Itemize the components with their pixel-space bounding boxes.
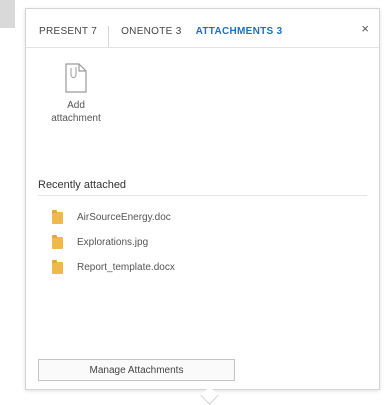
folder-icon	[52, 209, 63, 224]
tab-divider	[26, 47, 379, 48]
list-item[interactable]: AirSourceEnergy.doc	[52, 205, 175, 230]
recent-file-list: AirSourceEnergy.doc Explorations.jpg Rep…	[52, 205, 175, 280]
close-icon[interactable]: ×	[361, 21, 369, 36]
list-item[interactable]: Explorations.jpg	[52, 230, 175, 255]
file-name: Explorations.jpg	[77, 237, 149, 248]
recently-attached-heading: Recently attached	[38, 179, 127, 191]
add-label-line1: Add	[67, 100, 85, 111]
section-divider	[38, 195, 367, 196]
add-attachment-button[interactable]: Add attachment	[46, 63, 106, 125]
tab-attachments[interactable]: ATTACHMENTS 3	[196, 26, 283, 47]
list-item[interactable]: Report_template.docx	[52, 255, 175, 280]
add-label-line2: attachment	[51, 113, 101, 124]
tab-present[interactable]: PRESENT 7	[39, 26, 110, 47]
file-icon	[65, 63, 87, 93]
file-name: AirSourceEnergy.doc	[77, 212, 171, 223]
manage-attachments-button[interactable]: Manage Attachments	[38, 359, 235, 381]
tab-bar: PRESENT 7 ONENOTE 3 ATTACHMENTS 3	[26, 9, 379, 47]
background-strip	[0, 0, 15, 28]
folder-icon	[52, 259, 63, 274]
attachments-popup: PRESENT 7 ONENOTE 3 ATTACHMENTS 3 × Add …	[25, 8, 380, 390]
add-attachment-label: Add attachment	[46, 99, 106, 125]
file-name: Report_template.docx	[77, 262, 175, 273]
tab-onenote[interactable]: ONENOTE 3	[109, 26, 196, 47]
folder-icon	[52, 234, 63, 249]
